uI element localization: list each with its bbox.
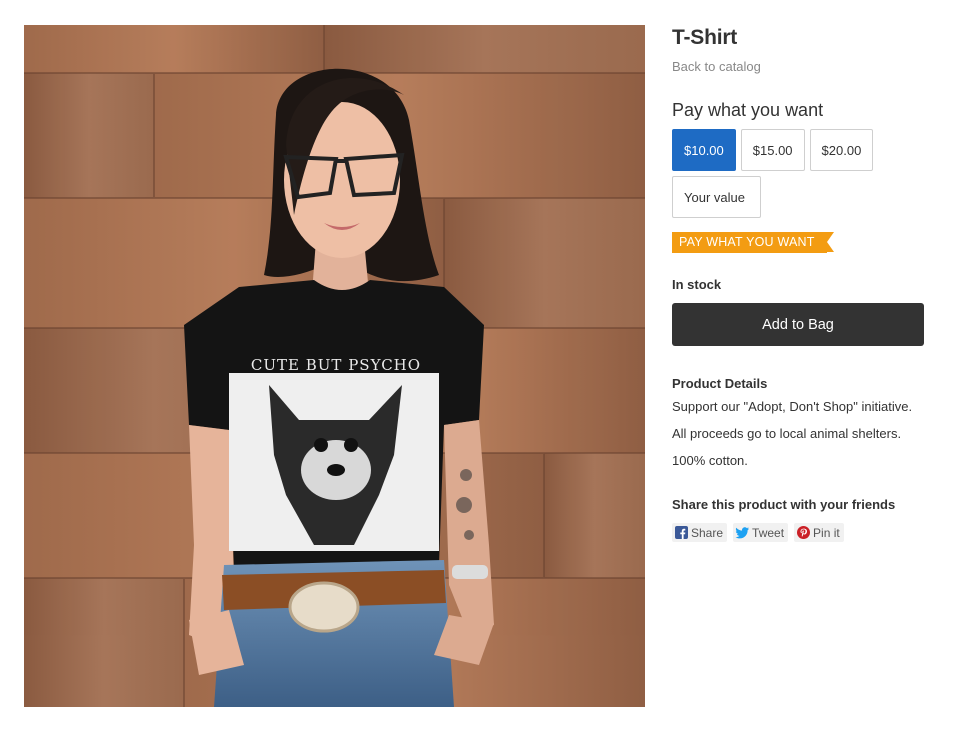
- twitter-tweet-label: Tweet: [752, 525, 785, 540]
- pinterest-pin-button[interactable]: Pin it: [794, 523, 844, 542]
- price-options: $10.00 $15.00 $20.00 Your value: [672, 129, 932, 223]
- product-image: CUTE BUT PSYCHO: [24, 25, 645, 707]
- facebook-icon: [674, 526, 688, 540]
- twitter-tweet-button[interactable]: Tweet: [733, 523, 789, 542]
- price-option-15[interactable]: $15.00: [740, 129, 805, 171]
- price-option-20[interactable]: $20.00: [809, 129, 874, 171]
- shirt-print-text: CUTE BUT PSYCHO: [251, 356, 421, 374]
- product-details-heading: Product Details: [672, 376, 768, 391]
- pay-what-you-want-ribbon: PAY WHAT YOU WANT: [672, 232, 834, 253]
- product-details: Support our "Adopt, Don't Shop" initiati…: [672, 399, 932, 469]
- twitter-icon: [735, 526, 750, 540]
- back-to-catalog-link[interactable]: Back to catalog: [672, 59, 932, 75]
- price-option-10[interactable]: $10.00: [672, 129, 736, 171]
- pay-what-you-want-heading: Pay what you want: [672, 100, 824, 120]
- facebook-share-label: Share: [691, 525, 724, 540]
- add-to-bag-button[interactable]: Add to Bag: [672, 303, 924, 346]
- details-line: Support our "Adopt, Don't Shop" initiati…: [672, 399, 913, 414]
- product-info: T-Shirt Back to catalog Pay what you wan…: [672, 26, 932, 542]
- stock-status: In stock: [672, 277, 722, 292]
- share-heading: Share this product with your friends: [672, 497, 896, 512]
- share-buttons: Share Tweet Pin it: [672, 523, 932, 542]
- pinterest-pin-label: Pin it: [813, 525, 840, 540]
- pinterest-icon: [796, 526, 810, 540]
- details-line: All proceeds go to local animal shelters…: [672, 426, 902, 441]
- product-title: T-Shirt: [672, 26, 738, 49]
- details-line: 100% cotton.: [672, 453, 748, 468]
- custom-price-input[interactable]: Your value: [672, 176, 761, 218]
- facebook-share-button[interactable]: Share: [672, 523, 728, 542]
